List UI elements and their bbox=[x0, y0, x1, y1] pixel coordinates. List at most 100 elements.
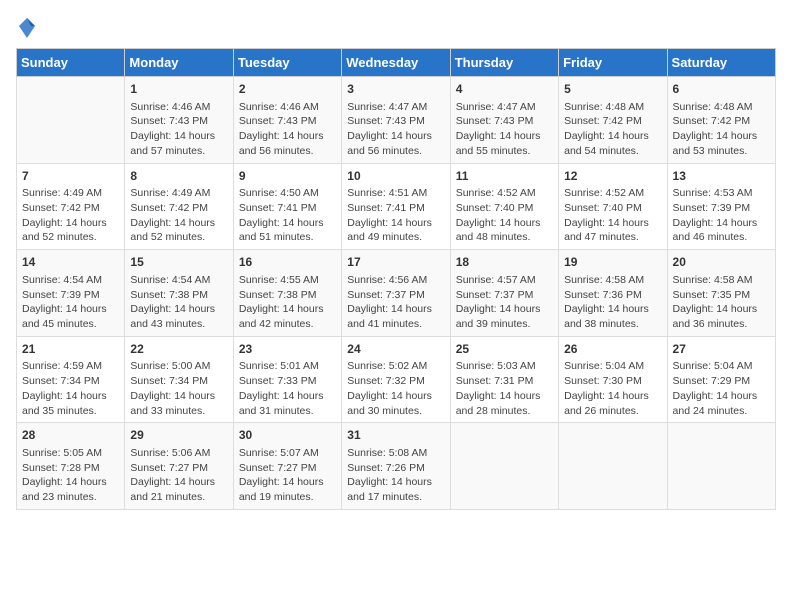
calendar-cell: 18 Sunrise: 4:57 AMSunset: 7:37 PMDayligh… bbox=[450, 250, 558, 337]
day-number: 25 bbox=[456, 341, 553, 358]
day-header-wednesday: Wednesday bbox=[342, 49, 450, 77]
calendar-cell: 7Sunrise: 4:49 AMSunset: 7:42 PMDaylight… bbox=[17, 163, 125, 250]
logo-icon bbox=[17, 16, 37, 40]
day-header-saturday: Saturday bbox=[667, 49, 775, 77]
day-number: 17 bbox=[347, 254, 444, 271]
calendar-cell bbox=[17, 77, 125, 164]
day-number: 28 bbox=[22, 427, 119, 444]
day-content: Sunrise: 5:07 AMSunset: 7:27 PMDaylight:… bbox=[239, 446, 336, 505]
calendar-cell bbox=[559, 423, 667, 510]
day-content: Sunrise: 4:58 AMSunset: 7:35 PMDaylight:… bbox=[673, 273, 770, 332]
week-row-5: 28 Sunrise: 5:05 AMSunset: 7:28 PMDayligh… bbox=[17, 423, 776, 510]
calendar-cell: 17 Sunrise: 4:56 AMSunset: 7:37 PMDayligh… bbox=[342, 250, 450, 337]
day-content: Sunrise: 4:55 AMSunset: 7:38 PMDaylight:… bbox=[239, 273, 336, 332]
calendar-cell bbox=[450, 423, 558, 510]
day-number: 18 bbox=[456, 254, 553, 271]
day-content: Sunrise: 5:04 AMSunset: 7:30 PMDaylight:… bbox=[564, 359, 661, 418]
day-number: 11 bbox=[456, 168, 553, 185]
logo bbox=[16, 16, 38, 40]
calendar-cell: 28 Sunrise: 5:05 AMSunset: 7:28 PMDayligh… bbox=[17, 423, 125, 510]
day-content: Sunrise: 4:50 AMSunset: 7:41 PMDaylight:… bbox=[239, 186, 336, 245]
calendar-cell: 15 Sunrise: 4:54 AMSunset: 7:38 PMDayligh… bbox=[125, 250, 233, 337]
week-row-1: 1 Sunrise: 4:46 AMSunset: 7:43 PMDaylight… bbox=[17, 77, 776, 164]
day-number: 1 bbox=[130, 81, 227, 98]
day-content: Sunrise: 5:06 AMSunset: 7:27 PMDaylight:… bbox=[130, 446, 227, 505]
calendar-cell: 8Sunrise: 4:49 AMSunset: 7:42 PMDaylight… bbox=[125, 163, 233, 250]
day-content: Sunrise: 4:56 AMSunset: 7:37 PMDaylight:… bbox=[347, 273, 444, 332]
day-content: Sunrise: 4:57 AMSunset: 7:37 PMDaylight:… bbox=[456, 273, 553, 332]
day-number: 15 bbox=[130, 254, 227, 271]
day-header-tuesday: Tuesday bbox=[233, 49, 341, 77]
day-number: 27 bbox=[673, 341, 770, 358]
day-content: Sunrise: 5:01 AMSunset: 7:33 PMDaylight:… bbox=[239, 359, 336, 418]
day-content: Sunrise: 4:53 AMSunset: 7:39 PMDaylight:… bbox=[673, 186, 770, 245]
day-content: Sunrise: 4:52 AMSunset: 7:40 PMDaylight:… bbox=[456, 186, 553, 245]
calendar-cell: 4 Sunrise: 4:47 AMSunset: 7:43 PMDaylight… bbox=[450, 77, 558, 164]
calendar-cell: 2Sunrise: 4:46 AMSunset: 7:43 PMDaylight… bbox=[233, 77, 341, 164]
calendar-cell bbox=[667, 423, 775, 510]
calendar-cell: 29 Sunrise: 5:06 AMSunset: 7:27 PMDayligh… bbox=[125, 423, 233, 510]
day-content: Sunrise: 4:46 AMSunset: 7:43 PMDaylight:… bbox=[130, 100, 227, 159]
day-number: 2 bbox=[239, 81, 336, 98]
day-number: 23 bbox=[239, 341, 336, 358]
day-number: 30 bbox=[239, 427, 336, 444]
day-content: Sunrise: 5:02 AMSunset: 7:32 PMDaylight:… bbox=[347, 359, 444, 418]
calendar-cell: 16Sunrise: 4:55 AMSunset: 7:38 PMDayligh… bbox=[233, 250, 341, 337]
calendar-cell: 19 Sunrise: 4:58 AMSunset: 7:36 PMDayligh… bbox=[559, 250, 667, 337]
calendar-cell: 1 Sunrise: 4:46 AMSunset: 7:43 PMDaylight… bbox=[125, 77, 233, 164]
day-content: Sunrise: 4:54 AMSunset: 7:38 PMDaylight:… bbox=[130, 273, 227, 332]
day-content: Sunrise: 4:54 AMSunset: 7:39 PMDaylight:… bbox=[22, 273, 119, 332]
calendar-cell: 11Sunrise: 4:52 AMSunset: 7:40 PMDayligh… bbox=[450, 163, 558, 250]
calendar-cell: 21Sunrise: 4:59 AMSunset: 7:34 PMDayligh… bbox=[17, 336, 125, 423]
day-content: Sunrise: 4:47 AMSunset: 7:43 PMDaylight:… bbox=[456, 100, 553, 159]
day-number: 4 bbox=[456, 81, 553, 98]
day-header-thursday: Thursday bbox=[450, 49, 558, 77]
day-content: Sunrise: 5:03 AMSunset: 7:31 PMDaylight:… bbox=[456, 359, 553, 418]
calendar-cell: 12Sunrise: 4:52 AMSunset: 7:40 PMDayligh… bbox=[559, 163, 667, 250]
day-header-monday: Monday bbox=[125, 49, 233, 77]
day-content: Sunrise: 5:08 AMSunset: 7:26 PMDaylight:… bbox=[347, 446, 444, 505]
day-content: Sunrise: 4:58 AMSunset: 7:36 PMDaylight:… bbox=[564, 273, 661, 332]
day-content: Sunrise: 4:47 AMSunset: 7:43 PMDaylight:… bbox=[347, 100, 444, 159]
week-row-2: 7Sunrise: 4:49 AMSunset: 7:42 PMDaylight… bbox=[17, 163, 776, 250]
calendar-cell: 27Sunrise: 5:04 AMSunset: 7:29 PMDayligh… bbox=[667, 336, 775, 423]
day-content: Sunrise: 5:00 AMSunset: 7:34 PMDaylight:… bbox=[130, 359, 227, 418]
calendar-cell: 5 Sunrise: 4:48 AMSunset: 7:42 PMDaylight… bbox=[559, 77, 667, 164]
calendar-cell: 25Sunrise: 5:03 AMSunset: 7:31 PMDayligh… bbox=[450, 336, 558, 423]
day-number: 3 bbox=[347, 81, 444, 98]
day-header-friday: Friday bbox=[559, 49, 667, 77]
day-number: 5 bbox=[564, 81, 661, 98]
day-content: Sunrise: 5:04 AMSunset: 7:29 PMDaylight:… bbox=[673, 359, 770, 418]
calendar-cell: 30 Sunrise: 5:07 AMSunset: 7:27 PMDayligh… bbox=[233, 423, 341, 510]
calendar-cell: 22Sunrise: 5:00 AMSunset: 7:34 PMDayligh… bbox=[125, 336, 233, 423]
week-row-3: 14Sunrise: 4:54 AMSunset: 7:39 PMDayligh… bbox=[17, 250, 776, 337]
calendar-cell: 3 Sunrise: 4:47 AMSunset: 7:43 PMDaylight… bbox=[342, 77, 450, 164]
day-number: 21 bbox=[22, 341, 119, 358]
day-number: 8 bbox=[130, 168, 227, 185]
day-content: Sunrise: 5:05 AMSunset: 7:28 PMDaylight:… bbox=[22, 446, 119, 505]
calendar-cell: 6 Sunrise: 4:48 AMSunset: 7:42 PMDaylight… bbox=[667, 77, 775, 164]
day-number: 6 bbox=[673, 81, 770, 98]
calendar-cell: 9Sunrise: 4:50 AMSunset: 7:41 PMDaylight… bbox=[233, 163, 341, 250]
day-number: 26 bbox=[564, 341, 661, 358]
day-content: Sunrise: 4:51 AMSunset: 7:41 PMDaylight:… bbox=[347, 186, 444, 245]
day-content: Sunrise: 4:52 AMSunset: 7:40 PMDaylight:… bbox=[564, 186, 661, 245]
calendar-table: SundayMondayTuesdayWednesdayThursdayFrid… bbox=[16, 48, 776, 510]
day-content: Sunrise: 4:48 AMSunset: 7:42 PMDaylight:… bbox=[564, 100, 661, 159]
day-number: 24 bbox=[347, 341, 444, 358]
day-number: 22 bbox=[130, 341, 227, 358]
day-number: 31 bbox=[347, 427, 444, 444]
day-number: 9 bbox=[239, 168, 336, 185]
day-content: Sunrise: 4:49 AMSunset: 7:42 PMDaylight:… bbox=[22, 186, 119, 245]
day-number: 19 bbox=[564, 254, 661, 271]
day-number: 7 bbox=[22, 168, 119, 185]
day-number: 29 bbox=[130, 427, 227, 444]
day-number: 20 bbox=[673, 254, 770, 271]
calendar-cell: 31 Sunrise: 5:08 AMSunset: 7:26 PMDayligh… bbox=[342, 423, 450, 510]
day-number: 13 bbox=[673, 168, 770, 185]
calendar-cell: 26Sunrise: 5:04 AMSunset: 7:30 PMDayligh… bbox=[559, 336, 667, 423]
calendar-cell: 24Sunrise: 5:02 AMSunset: 7:32 PMDayligh… bbox=[342, 336, 450, 423]
day-number: 10 bbox=[347, 168, 444, 185]
day-content: Sunrise: 4:48 AMSunset: 7:42 PMDaylight:… bbox=[673, 100, 770, 159]
calendar-cell: 14Sunrise: 4:54 AMSunset: 7:39 PMDayligh… bbox=[17, 250, 125, 337]
